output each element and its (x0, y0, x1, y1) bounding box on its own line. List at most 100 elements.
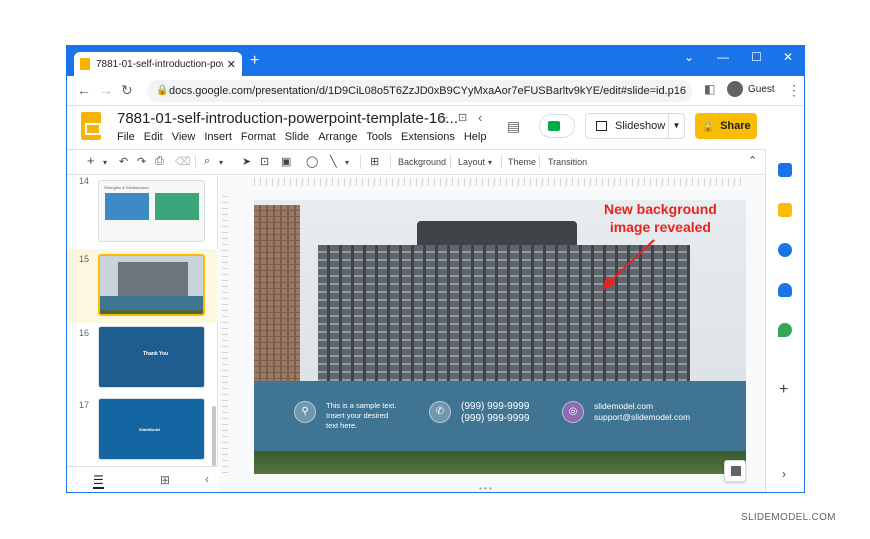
tab-search-icon[interactable]: ⌄ (684, 50, 694, 64)
profile-button[interactable]: Guest (727, 81, 775, 97)
thumbnail-text: Thank You (143, 351, 169, 357)
filmstrip-footer: ☰ ⊞ ‹ (67, 466, 218, 492)
menu-insert[interactable]: Insert (204, 131, 232, 143)
share-lock-icon: 🔒 (701, 120, 716, 133)
forward-arrow-icon[interactable]: → (99, 82, 113, 98)
lock-icon: 🔒 (156, 85, 169, 96)
menu-help[interactable]: Help (464, 131, 487, 143)
undo-icon[interactable]: ↶ (119, 155, 128, 168)
slideshow-label: Slideshow (615, 120, 666, 132)
collapse-toolbar-icon[interactable]: ⌃ (748, 154, 757, 167)
line-dropdown-icon[interactable]: ▾ (345, 158, 349, 167)
slideshow-button[interactable]: Slideshow ▼ (585, 113, 685, 139)
layout-button[interactable]: Layout (458, 157, 485, 167)
maps-icon[interactable] (778, 323, 792, 337)
theme-button[interactable]: Theme (508, 157, 536, 167)
side-panel-icon[interactable]: ◧ (704, 82, 715, 96)
menu-edit[interactable]: Edit (144, 131, 163, 143)
watermark-credit: SLIDEMODEL.COM (741, 512, 836, 523)
menu-extensions[interactable]: Extensions (401, 131, 455, 143)
browser-tab[interactable]: 7881-01-self-introduction-powe ✕ (74, 52, 242, 76)
reload-icon[interactable]: ↻ (121, 82, 133, 99)
new-tab-button[interactable]: + (250, 52, 259, 70)
redo-icon[interactable]: ↷ (137, 155, 146, 168)
get-addons-icon[interactable]: + (779, 381, 788, 399)
add-comment-icon[interactable]: ⊞ (370, 155, 379, 168)
filmstrip-slide-15[interactable]: 15 (67, 249, 218, 323)
move-folder-icon[interactable]: ⊡ (458, 111, 467, 124)
calendar-icon[interactable] (778, 163, 792, 177)
filmstrip-slide-16[interactable]: 16 Thank You (67, 326, 218, 400)
star-icon[interactable]: ☆ (437, 111, 449, 127)
line-icon[interactable]: ╲ (330, 155, 337, 168)
text-box-icon[interactable]: ⊡ (260, 155, 269, 168)
thumbnail-text: SlideModel (139, 427, 161, 432)
collapse-icon[interactable]: ‹ (478, 110, 482, 125)
menu-file[interactable]: File (117, 131, 135, 143)
shape-icon[interactable]: ◯ (306, 155, 318, 168)
email-text: support@slidemodel.com (594, 412, 691, 423)
toolbar-divider (539, 155, 540, 169)
address-block: ⚲ This is a sample text. Insert your des… (294, 401, 396, 430)
print-icon[interactable]: ⎙ (155, 155, 164, 168)
slide-15[interactable]: New background image revealed ⚲ This is … (254, 200, 746, 474)
comments-icon[interactable]: ▤ (507, 118, 520, 135)
web-text: slidemodel.com support@slidemodel.com (594, 401, 690, 423)
tasks-icon[interactable] (778, 243, 792, 257)
horizontal-ruler (254, 178, 744, 186)
slide-thumbnail (98, 254, 205, 316)
filmstrip-slide-17[interactable]: 17 SlideModel (67, 398, 218, 472)
close-window-button[interactable]: ✕ (783, 50, 793, 64)
annotation-text: New background image revealed (604, 200, 717, 236)
back-arrow-icon[interactable]: ← (77, 82, 91, 98)
annotation-line-2: image revealed (609, 219, 711, 235)
speaker-notes-icon[interactable] (724, 460, 746, 482)
keep-icon[interactable] (778, 203, 792, 217)
toolbar-divider (195, 155, 196, 169)
thumbnail-grass (100, 310, 203, 314)
new-slide-icon[interactable]: + (87, 153, 95, 168)
contacts-icon[interactable] (778, 283, 792, 297)
meet-button[interactable] (539, 114, 575, 138)
minimize-button[interactable]: — (717, 50, 729, 64)
filmstrip-view-icon[interactable]: ☰ (93, 473, 104, 489)
address-text: This is a sample text. Insert your desir… (326, 401, 396, 430)
menu-format[interactable]: Format (241, 131, 276, 143)
new-slide-dropdown-icon[interactable]: ▾ (103, 158, 107, 167)
slide-canvas: New background image revealed ⚲ This is … (219, 176, 764, 492)
layout-dropdown-icon[interactable]: ▾ (488, 158, 492, 167)
menu-slide[interactable]: Slide (285, 131, 309, 143)
toolbar-divider (450, 155, 451, 169)
address-bar: ← → ↻ 🔒 docs.google.com/presentation/d/1… (67, 76, 804, 106)
phone-number-1: (999) 999-9999 (461, 401, 530, 412)
transition-button[interactable]: Transition (548, 157, 587, 167)
menu-view[interactable]: View (172, 131, 196, 143)
background-button[interactable]: Background (398, 157, 446, 167)
filmstrip-scrollbar[interactable] (212, 406, 216, 466)
share-button[interactable]: 🔒 Share (695, 113, 757, 139)
maximize-button[interactable]: ☐ (751, 50, 762, 64)
paint-format-icon[interactable]: ⌫ (175, 155, 191, 168)
menu-arrange[interactable]: Arrange (318, 131, 357, 143)
filmstrip-slide-14[interactable]: 14 Strengths & Weaknesses (67, 172, 218, 246)
slideshow-dropdown-icon[interactable]: ▼ (668, 114, 684, 138)
grid-view-icon[interactable]: ⊞ (160, 473, 170, 487)
slide-filmstrip: 14 Strengths & Weaknesses 15 16 Thank Yo… (67, 176, 218, 492)
select-cursor-icon[interactable]: ➤ (242, 155, 251, 168)
expand-side-panel-icon[interactable]: › (782, 467, 786, 481)
collapse-filmstrip-icon[interactable]: ‹ (205, 472, 209, 486)
insert-image-icon[interactable]: ▣ (281, 155, 291, 168)
document-title[interactable]: 7881-01-self-introduction-powerpoint-tem… (117, 110, 458, 127)
close-tab-icon[interactable]: ✕ (227, 58, 236, 71)
more-menu-icon[interactable]: ⋮ (787, 82, 801, 99)
notes-resize-handle-icon[interactable]: • • • (479, 484, 492, 492)
annotation-line-1: New background (604, 201, 717, 217)
background-trees (254, 451, 746, 474)
share-label: Share (720, 120, 751, 132)
phone-text: (999) 999-9999 (999) 999-9999 (461, 401, 529, 425)
url-input[interactable]: 🔒 docs.google.com/presentation/d/1D9CiL0… (147, 80, 692, 102)
slides-logo-icon[interactable] (81, 112, 101, 140)
zoom-dropdown-icon[interactable]: ▾ (219, 158, 223, 167)
zoom-icon[interactable]: ⌕ (204, 155, 210, 168)
menu-tools[interactable]: Tools (366, 131, 392, 143)
